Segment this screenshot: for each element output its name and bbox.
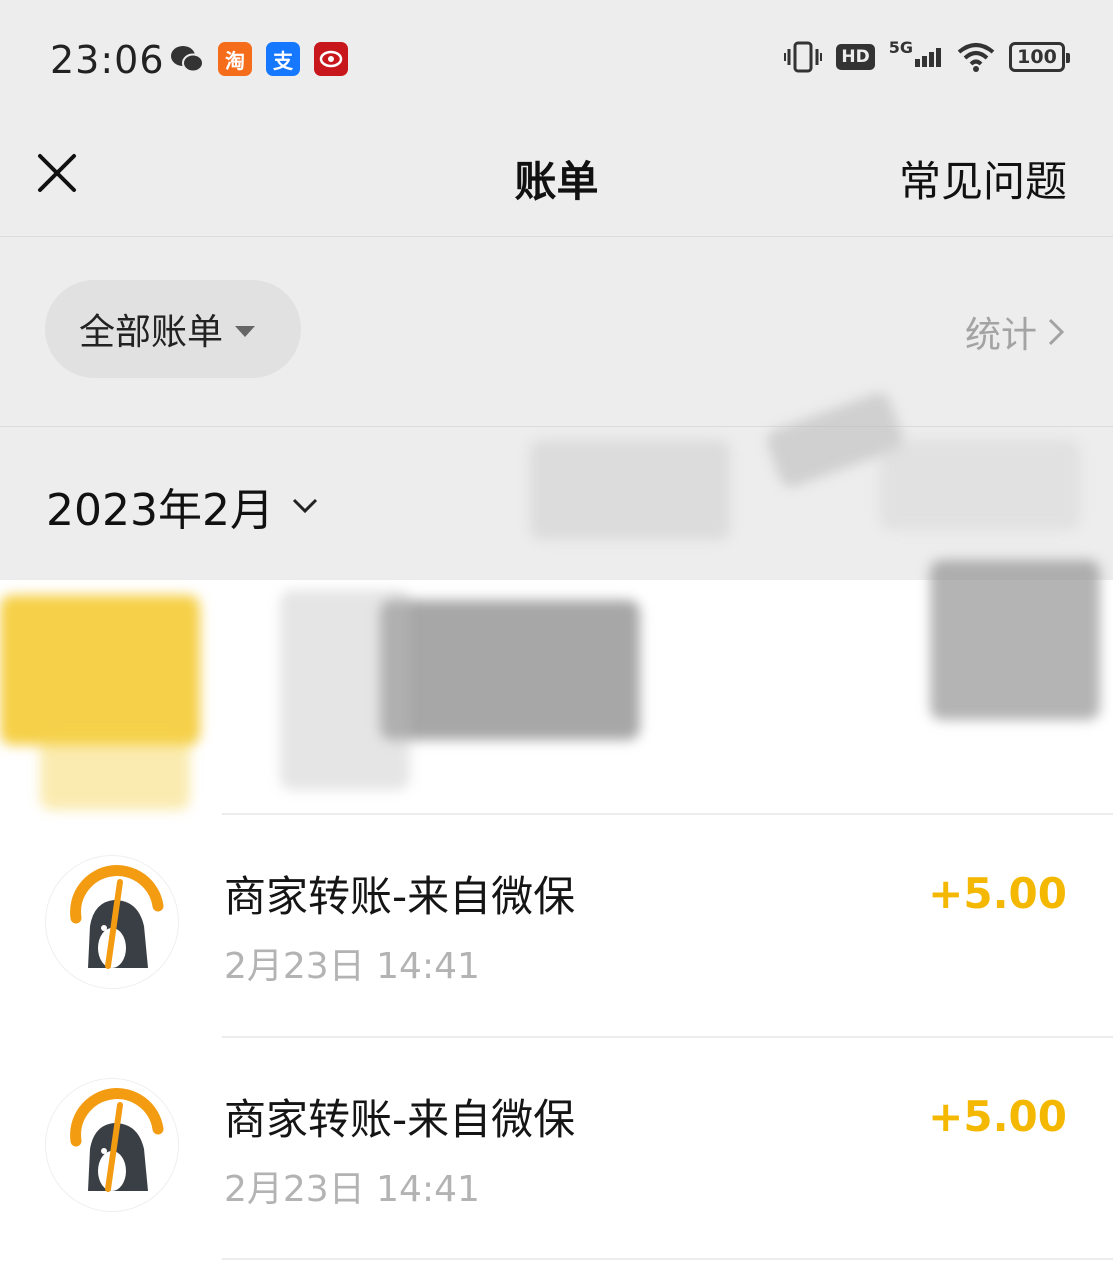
battery-icon: 100 [1009,42,1070,72]
merchant-avatar [45,855,179,989]
row-divider [222,1258,1113,1260]
signal-icon: 5G [889,38,943,67]
redaction-mark [930,560,1100,720]
faq-link[interactable]: 常见问题 [899,148,1067,209]
month-selector[interactable]: 2023年2月 [46,474,320,538]
bill-title: 商家转账-来自微保 [224,872,576,921]
redaction-mark [530,440,730,540]
chevron-down-icon [292,498,318,514]
signal-bars [915,48,941,67]
merchant-avatar [45,1078,179,1212]
caret-down-icon [235,325,256,337]
redaction-mark [40,720,190,810]
status-indicators: HD 5G 100 [784,38,1070,74]
bill-item[interactable]: 商家转账-来自微保 2月23日 14:41 +5.00 [0,1038,1113,1260]
alipay-icon: 支 [266,42,300,76]
wechat-glyph [171,46,204,73]
hd-icon: HD [836,44,875,70]
nav-divider [0,236,1113,237]
bill-time: 2月23日 14:41 [224,1169,480,1210]
filter-divider [0,426,1113,427]
wechat-icon [170,42,204,76]
redaction-mark [380,600,640,740]
status-time: 23:06 [50,38,165,82]
bill-amount: +5.00 [928,1092,1067,1141]
app-icon [314,42,348,76]
month-label: 2023年2月 [46,485,274,536]
nav-bar: 账单 常见问题 [0,120,1113,236]
filter-label: 全部账单 [79,312,224,353]
bill-item[interactable]: 商家转账-来自微保 2月23日 14:41 +5.00 [0,815,1113,1037]
redaction-mark [880,440,1080,530]
weibao-logo-icon [70,1088,164,1192]
vibrate-icon [784,41,823,73]
stats-link[interactable]: 统计 [965,306,1065,358]
battery-level: 100 [1017,46,1057,68]
chevron-right-icon [1048,318,1065,346]
taobao-icon: 淘 [218,42,252,76]
bill-time: 2月23日 14:41 [224,946,480,987]
stats-label: 统计 [964,315,1037,356]
bill-title: 商家转账-来自微保 [224,1095,576,1144]
redaction-mark [280,590,410,790]
wifi-icon [957,43,995,72]
bill-amount: +5.00 [928,869,1067,918]
bill-filter-dropdown[interactable]: 全部账单 [45,280,301,378]
app-glyph [319,50,343,68]
status-bar: 23:06 淘 支 HD 5G 100 [0,0,1113,120]
weibao-logo-icon [70,865,164,969]
network-label: 5G [888,38,913,57]
notification-icons: 淘 支 [170,42,348,76]
